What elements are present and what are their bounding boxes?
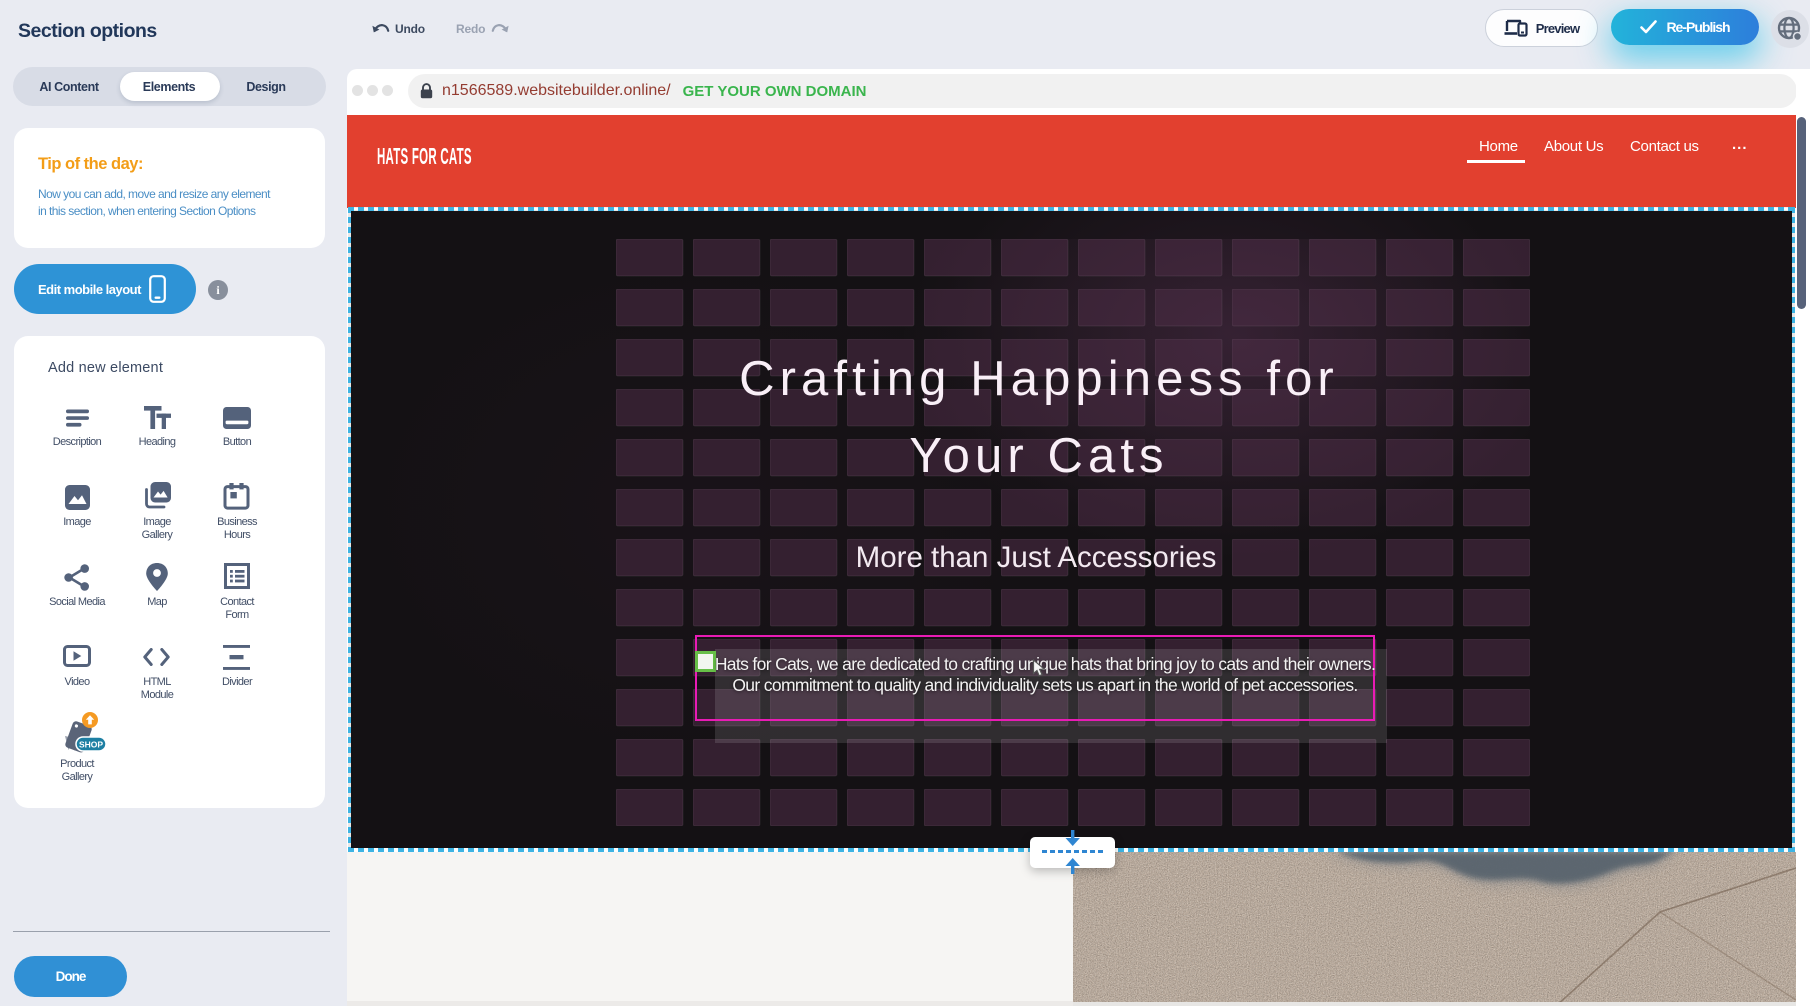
svg-text:SHOP: SHOP xyxy=(79,739,103,749)
